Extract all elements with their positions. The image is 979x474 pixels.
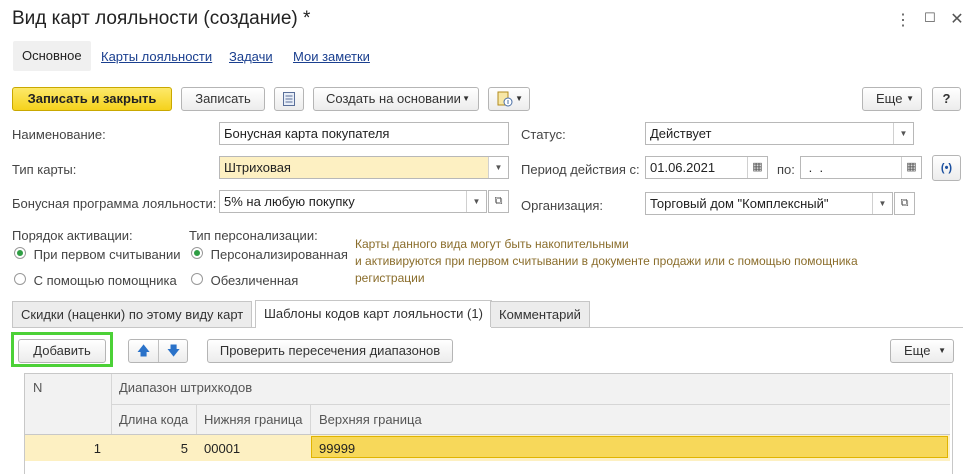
personalization-option-personal[interactable]: Персонализированная [191,247,348,262]
card-type-select[interactable]: Штриховая ▼ [219,156,509,179]
column-code-length[interactable]: Длина кода [119,412,188,427]
save-button[interactable]: Записать [181,87,265,111]
cell-upper[interactable]: 99999 [319,441,355,456]
grid-more-label: Еще [904,343,931,358]
name-label: Наименование: [12,127,106,142]
chevron-down-icon: ▼ [906,94,914,103]
column-n[interactable]: N [33,380,42,395]
organization-select[interactable]: Торговый дом "Комплексный" ▼ [645,192,893,215]
chevron-down-icon: ▼ [938,346,946,355]
program-open-button[interactable]: ⧉ [488,190,509,213]
chevron-down-icon: ▼ [462,94,470,103]
organization-label: Организация: [521,198,604,213]
column-group-barcode-range: Диапазон штрихкодов [119,380,253,395]
column-lower-bound[interactable]: Нижняя граница [204,412,303,427]
chevron-down-icon[interactable]: ▼ [872,193,892,214]
create-based-on-label: Создать на основании [326,91,461,106]
period-to-input[interactable]: . . ▦ [800,156,922,179]
period-select-button[interactable]: (•) [932,155,961,181]
info-note-line: регистрации [355,271,425,285]
activation-option-first-read[interactable]: При первом считывании [14,247,181,262]
info-note-line: и активируются при первом считывании в д… [355,254,858,268]
more-button[interactable]: Еще ▼ [862,87,922,111]
cell-n[interactable]: 1 [25,441,101,456]
grid-more-button[interactable]: Еще ▼ [890,339,954,363]
cell-lower[interactable]: 00001 [204,441,240,456]
activation-option-label: При первом считывании [33,247,181,262]
personalization-option-label: Персонализированная [210,247,348,262]
close-icon[interactable]: ✕ [947,9,967,29]
program-select[interactable]: 5% на любую покупку ▼ [219,190,487,213]
chevron-down-icon[interactable]: ▼ [466,191,486,212]
help-button[interactable]: ? [932,87,961,111]
status-select[interactable]: Действует ▼ [645,122,914,145]
program-value: 5% на любую покупку [224,194,355,209]
tab-my-notes[interactable]: Мои заметки [293,49,370,64]
period-icon: (•) [940,162,953,174]
info-note-line: Карты данного вида могут быть накопитель… [355,237,629,251]
personalization-label: Тип персонализации: [189,228,318,243]
arrow-down-icon[interactable]: 🡇 [158,340,188,362]
radio-unchecked-icon[interactable] [191,273,203,285]
tab-loyalty-cards[interactable]: Карты лояльности [101,49,212,64]
tab-tasks[interactable]: Задачи [229,49,273,64]
organization-open-button[interactable]: ⧉ [894,192,915,215]
chevron-down-icon: ▼ [515,94,523,103]
print-button[interactable]: ▼ [488,87,530,111]
radio-unchecked-icon[interactable] [14,273,26,285]
save-and-close-button[interactable]: Записать и закрыть [12,87,172,111]
chevron-down-icon[interactable]: ▼ [488,157,508,178]
period-from-input[interactable]: 01.06.2021 ▦ [645,156,768,179]
activation-label: Порядок активации: [12,228,133,243]
period-from-value: 01.06.2021 [650,160,716,175]
personalization-option-label: Обезличенная [210,273,299,288]
chevron-down-icon[interactable]: ▼ [893,123,913,144]
table-empty-area [25,461,950,473]
card-type-label: Тип карты: [12,162,77,177]
document-list-button[interactable] [274,87,304,111]
tab-main[interactable]: Основное [13,41,91,71]
activation-option-label: С помощью помощника [33,273,177,288]
radio-checked-icon[interactable] [14,247,26,259]
status-value: Действует [650,126,712,141]
list-icon [283,92,295,106]
personalization-option-anonymous[interactable]: Обезличенная [191,273,298,288]
activation-option-assistant[interactable]: С помощью помощника [14,273,177,288]
print-icon [497,91,513,107]
check-ranges-button[interactable]: Проверить пересечения диапазонов [207,339,453,363]
organization-value: Торговый дом "Комплексный" [650,196,829,211]
active-cell-frame [311,436,948,458]
tab-discounts[interactable]: Скидки (наценки) по этому виду карт [12,301,253,327]
window-title: Вид карт лояльности (создание) * [12,8,311,29]
name-input[interactable]: Бонусная карта покупателя [219,122,509,145]
period-to-value: . . [805,160,824,175]
more-label: Еще [876,91,903,106]
add-button[interactable]: Добавить [18,339,106,363]
header-divider [111,404,950,405]
calendar-icon[interactable]: ▦ [747,157,767,178]
calendar-icon[interactable]: ▦ [901,157,921,178]
cell-length[interactable]: 5 [112,441,188,456]
tab-comment[interactable]: Комментарий [490,301,590,327]
move-buttons: 🡅 🡇 [128,339,188,363]
info-note: Карты данного вида могут быть накопитель… [355,236,858,287]
arrow-up-icon[interactable]: 🡅 [129,340,158,362]
create-based-on-button[interactable]: Создать на основании ▼ [313,87,479,111]
program-label: Бонусная программа лояльности: [12,196,217,211]
column-upper-bound[interactable]: Верхняя граница [319,412,422,427]
maximize-icon[interactable]: ☐ [920,10,940,26]
radio-checked-icon[interactable] [191,247,203,259]
more-vert-icon[interactable]: ⋮ [893,10,913,30]
period-label: Период действия с: [521,162,640,177]
status-label: Статус: [521,127,566,142]
period-to-label: по: [777,162,795,177]
card-type-value: Штриховая [224,160,291,175]
tab-code-templates[interactable]: Шаблоны кодов карт лояльности (1) [255,300,492,328]
